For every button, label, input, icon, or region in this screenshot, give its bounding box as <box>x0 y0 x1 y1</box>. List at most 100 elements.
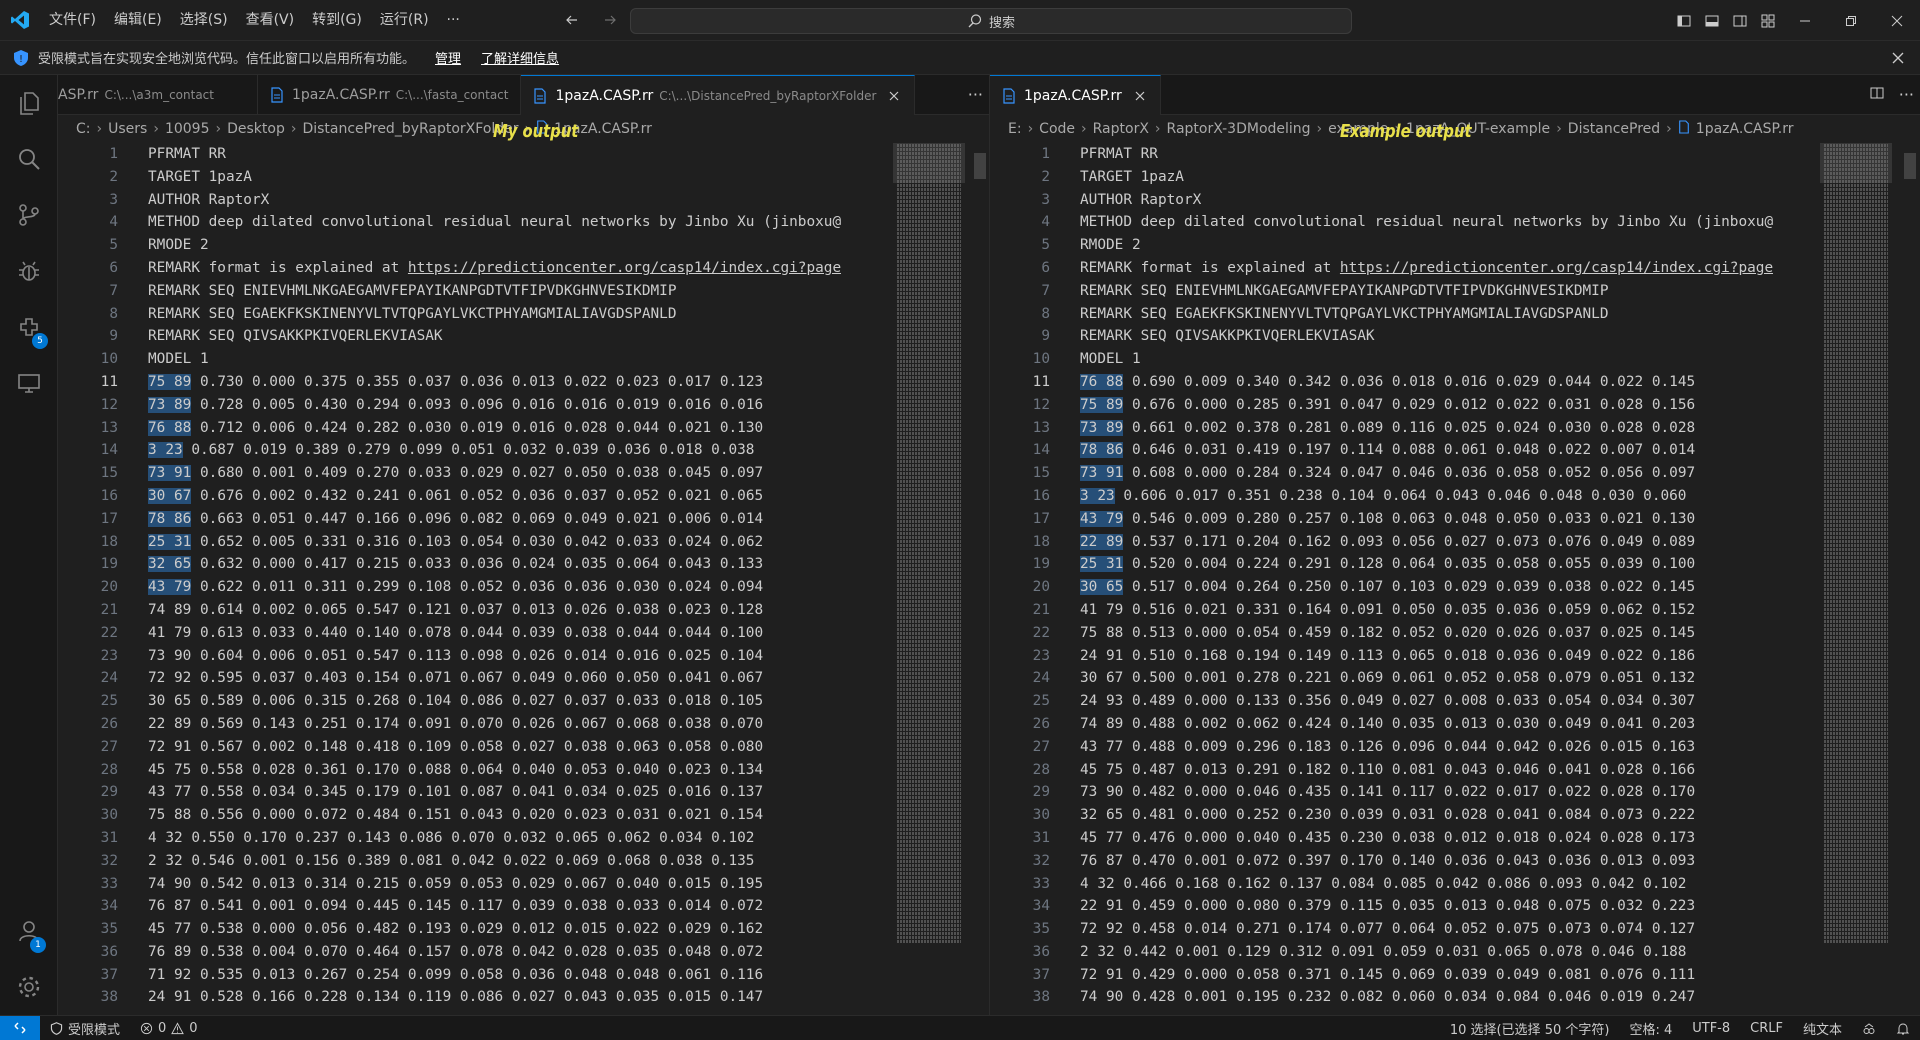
search-icon[interactable] <box>0 131 58 187</box>
minimap-row <box>897 716 961 719</box>
tab-label: 1pazA.CASP.rr <box>555 87 654 104</box>
source-control-icon[interactable] <box>0 187 58 243</box>
minimap-row <box>1824 616 1888 619</box>
selection-status[interactable]: 10 选择(已选择 50 个字符) <box>1440 1019 1620 1038</box>
restricted-mode-status[interactable]: 受限模式 <box>40 1019 130 1038</box>
breadcrumb-segment[interactable]: 1pazA.CASP.rr <box>1696 121 1794 137</box>
minimap-row <box>1824 572 1888 575</box>
breadcrumb-segment[interactable]: Code <box>1039 121 1075 137</box>
remote-indicator-icon[interactable] <box>0 1015 40 1040</box>
minimap-row <box>1824 772 1888 775</box>
minimap-row <box>897 412 961 415</box>
close-icon[interactable] <box>1888 48 1908 68</box>
minimap-row <box>897 224 961 227</box>
minimap-row <box>1824 780 1888 783</box>
minimap-row <box>897 464 961 467</box>
breadcrumb-segment[interactable]: DistancePred_byRaptorXFolder <box>302 121 518 137</box>
minimap[interactable] <box>893 143 965 1015</box>
command-center-search[interactable]: 搜索 <box>630 8 1352 34</box>
menu-item[interactable]: 查看(V) <box>237 6 304 34</box>
url-link[interactable]: https://predictioncenter.org/casp14/inde… <box>1340 260 1773 276</box>
minimap-row <box>1824 800 1888 803</box>
encoding-status[interactable]: UTF-8 <box>1682 1021 1740 1036</box>
tab-fasta-contact[interactable]: 1pazA.CASP.rr C:\...\fasta_contact <box>258 75 522 115</box>
customize-layout-icon[interactable] <box>1754 7 1782 35</box>
minimap-row <box>897 376 961 379</box>
breadcrumb-segment[interactable]: DistancePred <box>1568 121 1660 137</box>
banner-message: 受限模式旨在实现安全地浏览代码。信任此窗口以启用所有功能。 <box>38 52 416 67</box>
breadcrumb-segment[interactable]: RaptorX <box>1093 121 1149 137</box>
scrollbar-thumb[interactable] <box>1904 153 1916 179</box>
minimap-row <box>897 864 961 867</box>
eol-status[interactable]: CRLF <box>1740 1021 1793 1036</box>
breadcrumb-segment[interactable]: 10095 <box>165 121 210 137</box>
breadcrumb-segment[interactable]: C: <box>76 121 91 137</box>
menu-item[interactable]: 运行(R) <box>371 6 438 34</box>
minimap-row <box>1824 744 1888 747</box>
minimap-row <box>1824 384 1888 387</box>
breadcrumb-segment[interactable]: E: <box>1008 121 1022 137</box>
breadcrumb-segment[interactable]: RaptorX-3DModeling <box>1167 121 1311 137</box>
toggle-primary-sidebar-icon[interactable] <box>1670 7 1698 35</box>
menu-item[interactable]: 文件(F) <box>40 6 105 34</box>
manage-gear-icon[interactable] <box>0 959 58 1015</box>
close-tab-icon[interactable] <box>886 88 902 104</box>
minimap-row <box>1824 336 1888 339</box>
minimap[interactable] <box>1820 143 1892 1015</box>
minimap-row <box>897 260 961 263</box>
code-editor[interactable]: 1 PFRMAT RR 2 TARGET 1pazA 3 AUTHOR RaptorX 4 M… <box>58 143 893 1015</box>
copilot-icon[interactable] <box>1852 1022 1886 1036</box>
tab-asp-rr[interactable]: ASP.rr C:\...\a3m_contact <box>58 75 258 115</box>
code-editor[interactable]: 1 PFRMAT RR 2 TARGET 1pazA 3 AUTHOR RaptorX 4 M… <box>990 143 1820 1015</box>
restore-icon[interactable] <box>1828 0 1874 41</box>
extensions-icon[interactable]: 5 <box>0 299 58 355</box>
minimap-row <box>897 640 961 643</box>
manage-link[interactable]: 管理 <box>435 48 461 67</box>
split-editor-icon[interactable] <box>1869 85 1885 105</box>
run-and-debug-icon[interactable] <box>0 243 58 299</box>
minimap-row <box>897 148 961 151</box>
menu-item[interactable]: 选择(S) <box>171 6 237 34</box>
go-back-icon[interactable] <box>560 8 584 32</box>
breadcrumb-segment[interactable]: Users <box>108 121 147 137</box>
line-number: 29 <box>1032 784 1050 801</box>
code-line: 16 30 67 0.676 0.002 0.432 0.241 0.061 0.… <box>58 485 893 508</box>
accounts-icon[interactable]: 1 <box>0 903 58 959</box>
breadcrumb-segment[interactable]: Desktop <box>227 121 285 137</box>
close-tab-icon[interactable] <box>1132 88 1148 104</box>
vertical-scrollbar[interactable] <box>972 143 986 1015</box>
minimize-icon[interactable] <box>1782 0 1828 41</box>
problems-status[interactable]: 0 0 <box>130 1021 208 1036</box>
minimap-row <box>897 916 961 919</box>
minimap-row <box>1824 256 1888 259</box>
more-actions-icon[interactable]: ··· <box>968 85 983 104</box>
menu-item[interactable]: 编辑(E) <box>105 6 171 34</box>
remote-explorer-icon[interactable] <box>0 355 58 411</box>
minimap-row <box>897 400 961 403</box>
title-bar: 文件(F) 编辑(E) 选择(S) 查看(V) 转到(G) 运行(R) ··· 搜索 <box>0 0 1920 41</box>
toggle-secondary-sidebar-icon[interactable] <box>1726 7 1754 35</box>
tab-example-casp-rr[interactable]: 1pazA.CASP.rr <box>990 75 1161 115</box>
go-forward-icon[interactable] <box>598 8 622 32</box>
url-link[interactable]: https://predictioncenter.org/casp14/inde… <box>408 260 841 276</box>
minimap-row <box>1824 656 1888 659</box>
indentation-status[interactable]: 空格: 4 <box>1619 1019 1682 1038</box>
minimap-row <box>1824 184 1888 187</box>
minimap-row <box>1824 776 1888 779</box>
more-actions-icon[interactable]: ··· <box>1899 85 1914 105</box>
code-line: 32 76 87 0.470 0.001 0.072 0.397 0.170 0.… <box>990 850 1820 873</box>
scrollbar-thumb[interactable] <box>974 153 986 179</box>
menu-item[interactable]: 转到(G) <box>303 6 371 34</box>
close-window-icon[interactable] <box>1874 0 1920 41</box>
explorer-icon[interactable] <box>0 75 58 131</box>
tab-distancepred-active[interactable]: 1pazA.CASP.rr C:\...\DistancePred_byRapt… <box>521 75 916 115</box>
minimap-row <box>897 468 961 471</box>
minimap-row <box>1824 268 1888 271</box>
toggle-panel-icon[interactable] <box>1698 7 1726 35</box>
title-actions <box>1670 0 1920 41</box>
learn-more-link[interactable]: 了解详细信息 <box>481 48 559 67</box>
menu-item[interactable]: ··· <box>438 6 469 34</box>
notifications-bell-icon[interactable] <box>1886 1022 1920 1036</box>
language-mode-status[interactable]: 纯文本 <box>1793 1019 1852 1038</box>
vertical-scrollbar[interactable] <box>1902 143 1916 1015</box>
